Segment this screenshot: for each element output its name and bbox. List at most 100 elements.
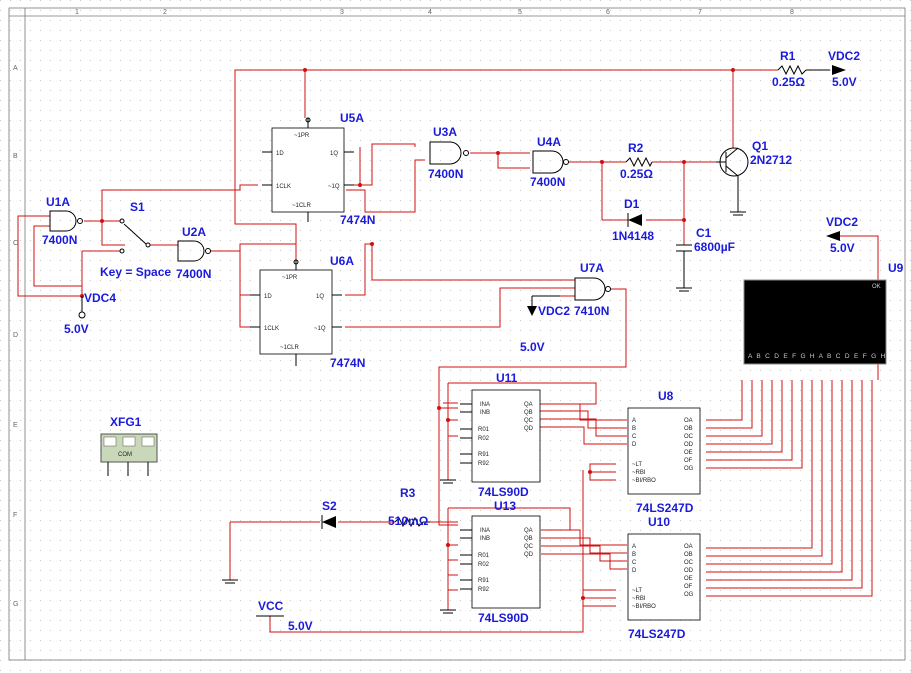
ruler-top-6: 6 — [606, 9, 610, 16]
u6a-pin-q: 1Q — [316, 294, 324, 300]
ruler-left-C: C — [13, 240, 18, 247]
vdc4-name: VDC4 — [84, 291, 116, 305]
u5a-pin-qn: ~1Q — [328, 184, 340, 190]
u8-pin-oa: OA — [684, 418, 693, 424]
u10-pin-a: A — [632, 544, 636, 550]
r3-ref: R3 — [400, 486, 416, 500]
u8-pin-og: OG — [684, 466, 694, 472]
ruler-left-A: A — [13, 65, 18, 72]
xfg1-com: COM — [118, 452, 132, 458]
u11-ref: U11 — [496, 371, 518, 385]
u10-pin-c: C — [632, 560, 637, 566]
xfg1-ref: XFG1 — [110, 415, 142, 429]
vdc2-top-name: VDC2 — [828, 49, 860, 63]
u11-counter[interactable]: INA INB R01 R02 R91 R92 QA QB QC QD U11 … — [460, 371, 541, 499]
u8-pin-bi: ~BI/RBO — [632, 478, 656, 484]
u5a-pin-d: 1D — [276, 151, 284, 157]
u10-pin-of: OF — [684, 584, 693, 590]
u8-pin-c: C — [632, 434, 637, 440]
r3-value: 510mΩ — [388, 514, 429, 528]
u10-pin-oa: OA — [684, 544, 693, 550]
u7a-type: 7410N — [574, 304, 609, 318]
u11-pin-qa: QA — [524, 402, 533, 408]
u6a-pin-clr: ~1CLR — [280, 345, 300, 351]
schematic-canvas[interactable]: 1 2 3 4 5 6 7 8 A B C D E F G U1A 7400N … — [0, 0, 911, 673]
u13-counter[interactable]: INA INB R01 R02 R91 R92 QA QB QC QD U13 … — [460, 499, 541, 625]
vdc4-value: 5.0V — [64, 322, 89, 336]
u5a-pin-clk: 1CLK — [276, 184, 291, 190]
u13-pin-r02: R02 — [478, 562, 490, 568]
u10-pin-b: B — [632, 552, 636, 558]
u6a-ref: U6A — [330, 254, 354, 268]
u8-pin-of: OF — [684, 458, 693, 464]
r1-value: 0.25Ω — [772, 75, 805, 89]
u11-pin-qd: QD — [524, 426, 534, 432]
u13-pin-qd: QD — [524, 552, 534, 558]
u11-pin-ina: INA — [480, 402, 490, 408]
u6a-pin-qn: ~1Q — [314, 326, 326, 332]
vdc2-mid-name: VDC2 — [538, 304, 570, 318]
u10-pin-lt: ~LT — [632, 588, 642, 594]
u2a-ref: U2A — [182, 225, 206, 239]
u8-pin-oe: OE — [684, 450, 693, 456]
u13-pin-inb: INB — [480, 536, 490, 542]
u13-pin-r92: R92 — [478, 587, 490, 593]
u7a-ref: U7A — [580, 261, 604, 275]
u8-pin-b: B — [632, 426, 636, 432]
ruler-top-7: 7 — [698, 9, 702, 16]
ruler-left-D: D — [13, 332, 18, 339]
u9-ok-indicator: OK — [872, 284, 881, 290]
u10-ref: U10 — [648, 515, 670, 529]
u11-pin-r02: R02 — [478, 436, 490, 442]
u9-ref: U9 — [888, 261, 904, 275]
u8-pin-lt: ~LT — [632, 462, 642, 468]
u8-ref: U8 — [658, 389, 674, 403]
u6a-pin-pr: ~1PR — [282, 275, 298, 281]
c1-ref: C1 — [696, 226, 712, 240]
u13-pin-qa: QA — [524, 528, 533, 534]
u11-pin-r01: R01 — [478, 427, 490, 433]
r1-ref: R1 — [780, 49, 796, 63]
q1-type: 2N2712 — [750, 153, 792, 167]
vdc2-mid-value: 5.0V — [520, 340, 545, 354]
u11-pin-qb: QB — [524, 410, 533, 416]
u13-pin-r91: R91 — [478, 578, 490, 584]
u3a-ref: U3A — [433, 125, 457, 139]
ruler-top-2: 2 — [163, 9, 167, 16]
u9-pin-labels: A B C D E F G H A B C D E F G H — [748, 353, 887, 360]
u13-ref: U13 — [494, 499, 516, 513]
vcc-name: VCC — [258, 599, 284, 613]
u8-pin-oc: OC — [684, 434, 694, 440]
r2-value: 0.25Ω — [620, 167, 653, 181]
u2a-type: 7400N — [176, 267, 211, 281]
u5a-ref: U5A — [340, 111, 364, 125]
u11-pin-r92: R92 — [478, 461, 490, 467]
u8-pin-rbi: ~RBI — [632, 470, 646, 476]
u1a-type: 7400N — [42, 233, 77, 247]
ruler-top-8: 8 — [790, 9, 794, 16]
u8-pin-a: A — [632, 418, 636, 424]
vdc2-right-value: 5.0V — [830, 241, 855, 255]
d1-ref: D1 — [624, 197, 640, 211]
u13-pin-ina: INA — [480, 528, 490, 534]
u10-pin-ob: OB — [684, 552, 693, 558]
ruler-top-5: 5 — [518, 9, 522, 16]
u10-pin-oe: OE — [684, 576, 693, 582]
u13-pin-qb: QB — [524, 536, 533, 542]
vcc-value: 5.0V — [288, 619, 313, 633]
u10-pin-od: OD — [684, 568, 694, 574]
c1-value: 6800µF — [694, 240, 735, 254]
d1-type: 1N4148 — [612, 229, 654, 243]
u5a-pin-pr: ~1PR — [294, 133, 310, 139]
u10-pin-oc: OC — [684, 560, 694, 566]
s1-ref: S1 — [130, 200, 145, 214]
u4a-type: 7400N — [530, 175, 565, 189]
u10-pin-d: D — [632, 568, 637, 574]
q1-ref: Q1 — [752, 139, 768, 153]
ruler-left-E: E — [13, 422, 18, 429]
u11-pin-inb: INB — [480, 410, 490, 416]
r2-ref: R2 — [628, 141, 644, 155]
u5a-type: 7474N — [340, 213, 375, 227]
u11-pin-qc: QC — [524, 418, 534, 424]
u6a-pin-d: 1D — [264, 294, 272, 300]
